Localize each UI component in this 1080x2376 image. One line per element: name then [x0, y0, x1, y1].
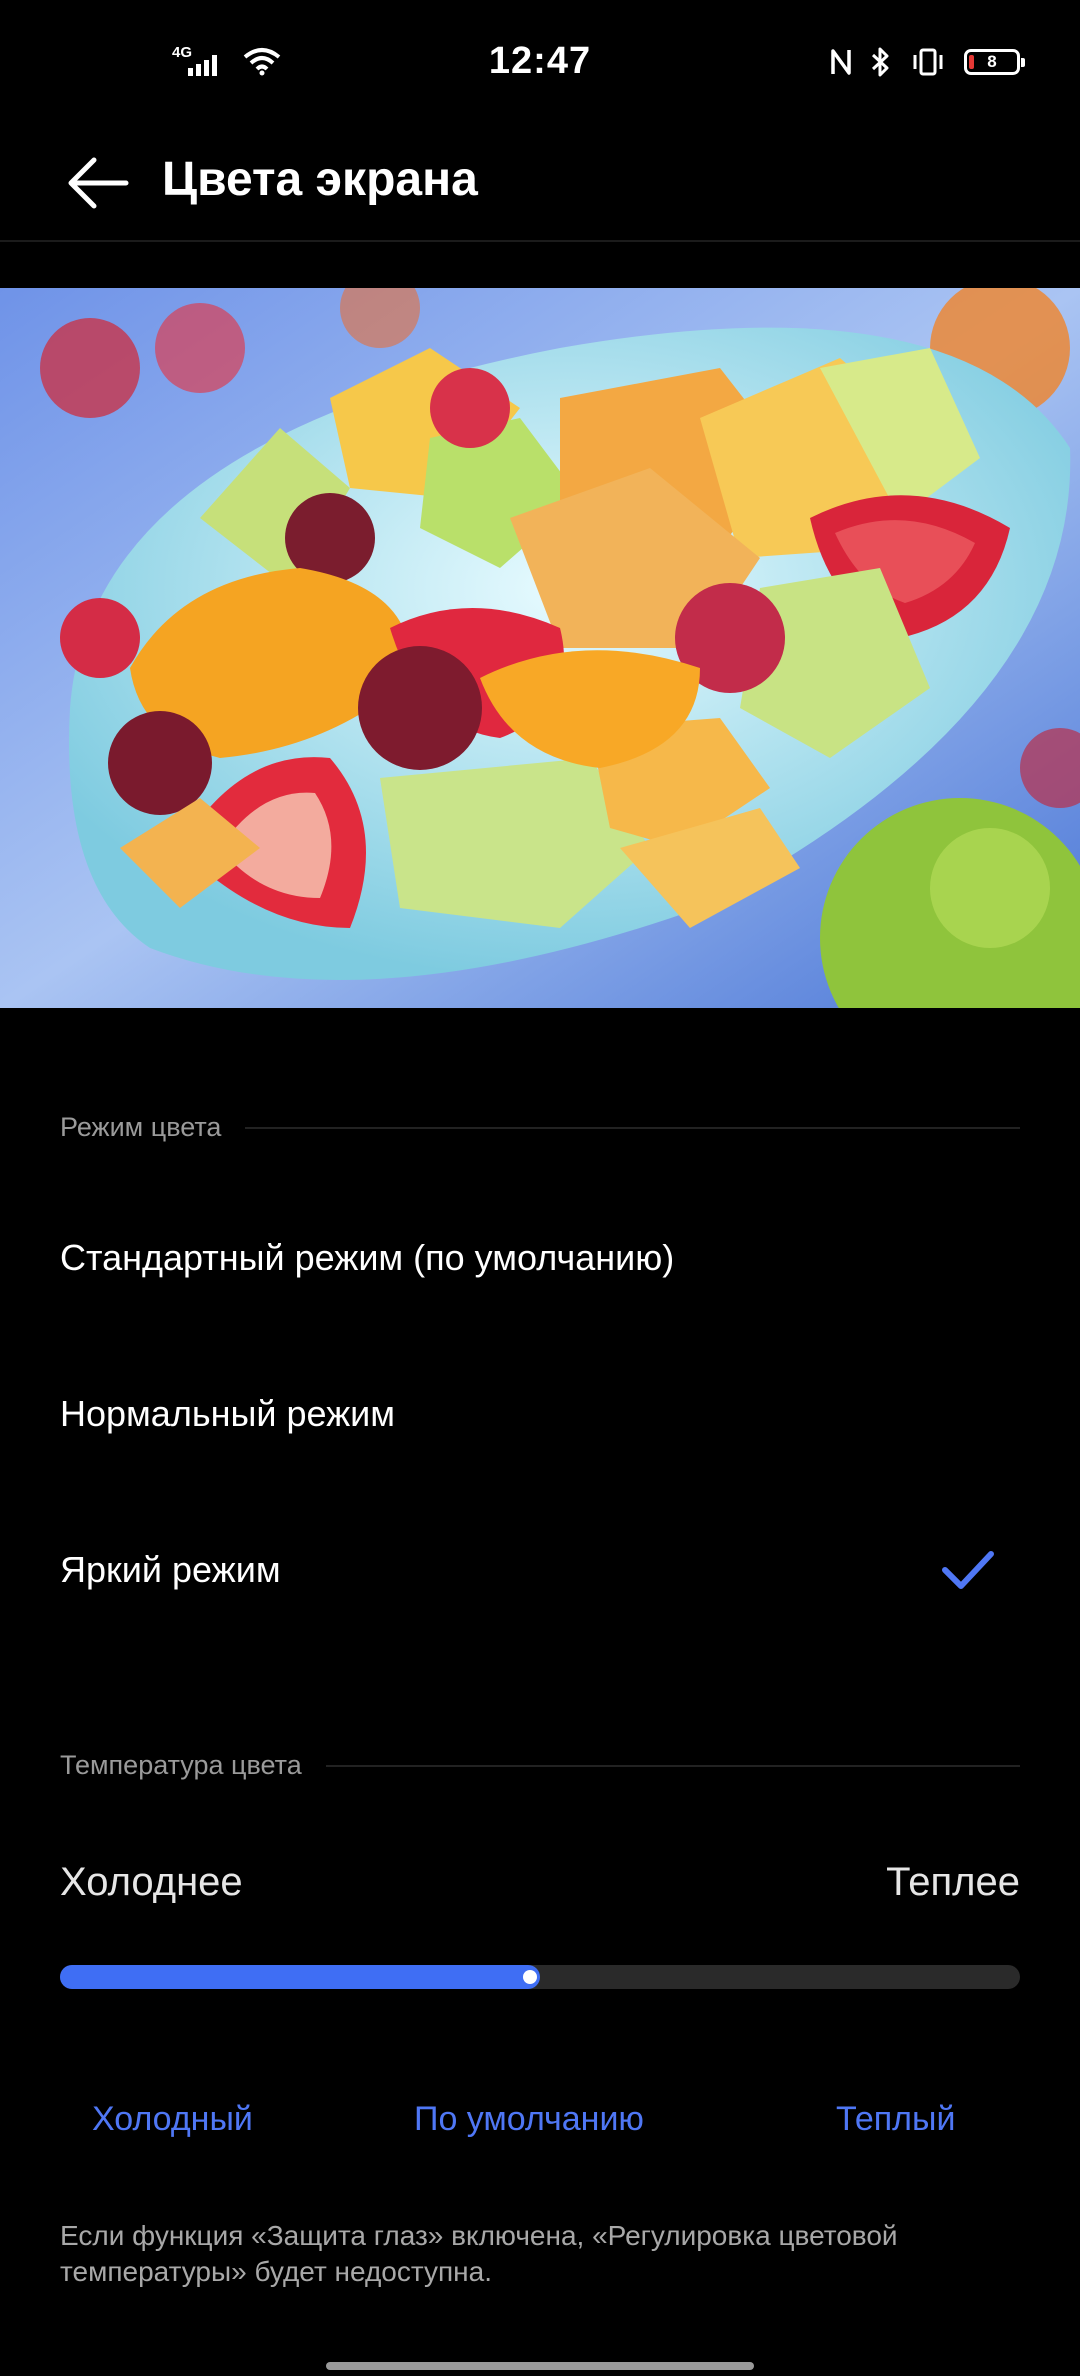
section-divider — [245, 1126, 1020, 1129]
bluetooth-icon — [871, 47, 889, 77]
fruit-bowl-image — [0, 288, 1080, 1008]
preview-image — [0, 288, 1080, 1008]
nfc-icon — [831, 49, 851, 75]
option-label: Яркий режим — [60, 1549, 281, 1590]
slider-fill — [60, 1965, 540, 1989]
home-indicator[interactable] — [326, 2362, 754, 2370]
status-right: 8 — [830, 46, 1025, 78]
battery-level: 8 — [987, 52, 997, 71]
cooler-label: Холоднее — [60, 1860, 243, 1904]
option-normal-mode[interactable]: Нормальный режим — [60, 1344, 1020, 1484]
temperature-range-labels: Холоднее Теплее — [60, 1860, 1020, 1905]
warmer-label: Теплее — [886, 1860, 1020, 1904]
vibrate-icon — [913, 48, 943, 76]
slider-thumb[interactable] — [523, 1970, 537, 1984]
color-temperature-slider[interactable] — [60, 1965, 1020, 1989]
preset-default-button[interactable]: По умолчанию — [414, 2100, 644, 2139]
app-bar: Цвета экрана — [0, 130, 1080, 240]
option-label: Стандартный режим (по умолчанию) — [60, 1237, 675, 1278]
battery-indicator: 8 — [964, 49, 1025, 75]
status-bar: 4G 12:47 8 — [0, 0, 1080, 130]
preset-cold-button[interactable]: Холодный — [92, 2100, 253, 2139]
color-mode-section-label: Режим цвета — [60, 1112, 222, 1142]
option-label: Нормальный режим — [60, 1393, 396, 1434]
option-standard-mode[interactable]: Стандартный режим (по умолчанию) — [60, 1188, 1020, 1328]
color-mode-header: Режим цвета — [60, 1112, 1020, 1143]
color-temperature-section-label: Температура цвета — [60, 1750, 302, 1780]
preset-warm-button[interactable]: Теплый — [836, 2100, 955, 2139]
header-divider — [0, 240, 1080, 242]
back-button[interactable] — [64, 148, 134, 218]
arrow-left-icon — [68, 157, 129, 209]
temperature-presets: Холодный По умолчанию Теплый — [60, 2100, 1020, 2160]
option-vivid-mode[interactable]: Яркий режим — [60, 1500, 1020, 1640]
checkmark-icon — [942, 1551, 994, 1589]
eye-protection-note: Если функция «Защита глаз» включена, «Ре… — [60, 2220, 898, 2287]
section-divider — [325, 1764, 1020, 1767]
color-temperature-header: Температура цвета — [60, 1750, 1020, 1781]
page-title: Цвета экрана — [162, 153, 478, 206]
